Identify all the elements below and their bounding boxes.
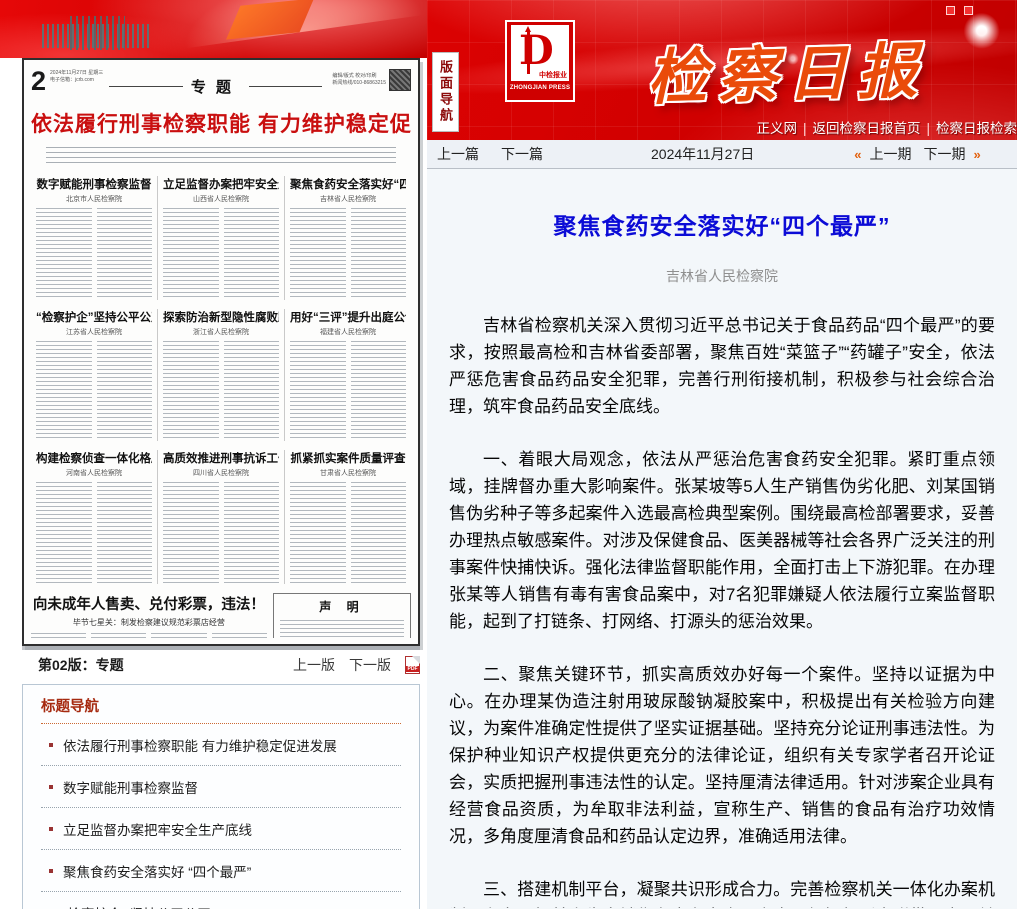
right-column: 版面导航 D 中检报业 ZHONGJIAN PRESS 检察日报 正义网|返回检… bbox=[427, 0, 1017, 909]
bullet-icon bbox=[49, 743, 53, 747]
decorative-banner bbox=[0, 0, 427, 58]
header-deco-icon bbox=[964, 6, 973, 15]
article-paragraph: 吉林省检察机关深入贯彻习近平总书记关于食品药品“四个最严”的要求，按照最高检和吉… bbox=[449, 312, 995, 420]
prev-issue-arrow-icon: « bbox=[854, 147, 861, 162]
paper-article-row-2: “检察护企”坚持公平公正 江苏省人民检察院 探索防治新型隐性腐败路径 浙江省人民… bbox=[31, 309, 411, 441]
paper-article-row-1: 数字赋能刑事检察监督 北京市人民检察院 立足监督办案把牢安全生产底线 山西省人民… bbox=[31, 176, 411, 300]
title-nav-item-2[interactable]: 数字赋能刑事检察监督 bbox=[41, 766, 401, 808]
site-header: 版面导航 D 中检报业 ZHONGJIAN PRESS 检察日报 正义网|返回检… bbox=[427, 0, 1017, 140]
title-nav-item-1[interactable]: 依法履行刑事检察职能 有力维护稳定促进发展 bbox=[41, 724, 401, 766]
next-page-link[interactable]: 下一版 bbox=[349, 655, 391, 675]
left-column: 2 2024年11月27日 星期三 电子信箱：jcrb.com 专题 编辑/版式… bbox=[0, 0, 427, 909]
header-deco-icon bbox=[946, 6, 955, 15]
paper-stamp-icon bbox=[389, 69, 411, 91]
title-nav-item-4[interactable]: 聚焦食药安全落实好 “四个最严” bbox=[41, 850, 401, 892]
paper-article-cell: 高质效推进刑事抗诉工作 四川省人民检察院 bbox=[157, 450, 284, 584]
article-paragraph: 三、搭建机制平台，凝聚共识形成合力。完善检察机关一体化办案机制。在办理杨某宇生产… bbox=[449, 876, 995, 908]
paper-article-cell: “检察护企”坚持公平公正 江苏省人民检察院 bbox=[31, 309, 157, 441]
newspaper-page-inner: 2 2024年11月27日 星期三 电子信箱：jcrb.com 专题 编辑/版式… bbox=[31, 66, 411, 638]
paper-bottom-row: 向未成年人售卖、兑付彩票，违法！ 毕节七星关：制发检察建议规范彩票店经营 声 明 bbox=[31, 593, 411, 638]
justice-net-link[interactable]: 正义网 bbox=[756, 121, 797, 136]
page-navigation-row: 第02版：专题 上一版 下一版 bbox=[22, 654, 420, 676]
paper-notice-box: 声 明 bbox=[273, 593, 411, 638]
paper-bottom-article: 向未成年人售卖、兑付彩票，违法！ 毕节七星关：制发检察建议规范彩票店经营 bbox=[31, 593, 267, 638]
bullet-icon bbox=[49, 785, 53, 789]
paper-article-cell: 抓紧抓实案件质量评查 甘肃省人民检察院 bbox=[284, 450, 411, 584]
current-page-label: 第02版：专题 bbox=[38, 655, 124, 675]
paper-masthead-row: 2 2024年11月27日 星期三 电子信箱：jcrb.com 专题 编辑/版式… bbox=[31, 66, 411, 100]
zhongjian-press-logo[interactable]: D 中检报业 ZHONGJIAN PRESS bbox=[505, 20, 575, 102]
title-nav-item-3[interactable]: 立足监督办案把牢安全生产底线 bbox=[41, 808, 401, 850]
article-paragraph: 二、聚焦关键环节，抓实高质效办好每一个案件。坚持以证据为中心。在办理某伪造注射用… bbox=[449, 661, 995, 850]
layout-navigation-tab[interactable]: 版面导航 bbox=[432, 52, 459, 132]
issue-date: 2024年11月27日 bbox=[651, 144, 754, 164]
prev-issue-link[interactable]: 上一期 bbox=[869, 144, 911, 164]
prev-page-link[interactable]: 上一版 bbox=[293, 655, 335, 675]
prev-article-link[interactable]: 上一篇 bbox=[437, 144, 479, 164]
paper-article-cell: 立足监督办案把牢安全生产底线 山西省人民检察院 bbox=[157, 176, 284, 300]
pdf-icon[interactable] bbox=[405, 656, 420, 674]
masthead-title: 检察日报 bbox=[586, 21, 988, 118]
paper-editor-note-lines bbox=[46, 147, 396, 167]
paper-article-cell: 数字赋能刑事检察监督 北京市人民检察院 bbox=[31, 176, 157, 300]
newspaper-page-thumbnail[interactable]: 2 2024年11月27日 星期三 电子信箱：jcrb.com 专题 编辑/版式… bbox=[22, 58, 420, 646]
paper-article-row-3: 构建检察侦查一体化格局 河南省人民检察院 高质效推进刑事抗诉工作 四川省人民检察… bbox=[31, 450, 411, 584]
paper-page-number: 2 bbox=[31, 66, 46, 96]
press-logo-glyph: D 中检报业 bbox=[511, 25, 569, 81]
article-body: 吉林省检察机关深入贯彻习近平总书记关于食品药品“四个最严”的要求，按照最高检和吉… bbox=[449, 312, 995, 908]
paper-date-info: 2024年11月27日 星期三 电子信箱：jcrb.com bbox=[50, 70, 103, 84]
article-title: 聚焦食药安全落实好“四个最严” bbox=[427, 207, 1017, 241]
title-navigation-box: 标题导航 依法履行刑事检察职能 有力维护稳定促进发展 数字赋能刑事检察监督 立足… bbox=[22, 684, 420, 909]
header-links: 正义网|返回检察日报首页|检察日报检索 bbox=[756, 117, 1017, 137]
paper-article-cell: 探索防治新型隐性腐败路径 浙江省人民检察院 bbox=[157, 309, 284, 441]
next-issue-link[interactable]: 下一期 bbox=[923, 144, 965, 164]
issue-navigation: « 上一期 下一期 » bbox=[854, 144, 980, 164]
pen-icon bbox=[527, 30, 530, 74]
bullet-icon bbox=[49, 869, 53, 873]
next-article-link[interactable]: 下一篇 bbox=[501, 144, 543, 164]
article-content-area: 聚焦食药安全落实好“四个最严” 吉林省人民检察院 吉林省检察机关深入贯彻习近平总… bbox=[427, 169, 1017, 908]
paper-search-link[interactable]: 检察日报检索 bbox=[936, 121, 1017, 136]
paper-section-title: 专题 bbox=[191, 76, 241, 97]
paper-article-cell: 聚焦食药安全落实好“四个最严” 吉林省人民检察院 bbox=[284, 176, 411, 300]
paper-article-cell: 构建检察侦查一体化格局 河南省人民检察院 bbox=[31, 450, 157, 584]
article-toolbar: 上一篇 下一篇 2024年11月27日 « 上一期 下一期 » bbox=[427, 140, 1017, 169]
paper-article-cell: 用好“三评”提升出庭公诉能力 福建省人民检察院 bbox=[284, 309, 411, 441]
title-navigation-header: 标题导航 bbox=[41, 695, 401, 724]
bullet-icon bbox=[49, 827, 53, 831]
next-issue-arrow-icon: » bbox=[973, 147, 980, 162]
banner-skyline-graphic-2 bbox=[70, 16, 125, 50]
page: 2 2024年11月27日 星期三 电子信箱：jcrb.com 专题 编辑/版式… bbox=[0, 0, 1017, 909]
back-to-home-link[interactable]: 返回检察日报首页 bbox=[812, 121, 920, 136]
banner-orange-shape bbox=[226, 0, 314, 40]
article-author: 吉林省人民检察院 bbox=[427, 266, 1017, 286]
paper-head-right: 编辑/版式 校对/印刷 新闻热线/010-86863215 bbox=[328, 69, 411, 91]
paper-section-rule: 专题 bbox=[109, 76, 322, 97]
title-nav-item-5[interactable]: “检察护企” 坚持公平公正 bbox=[41, 892, 401, 909]
article-paragraph: 一、着眼大局观念，依法从严惩治危害食药安全犯罪。紧盯重点领域，挂牌督办重大影响案… bbox=[449, 446, 995, 635]
paper-headline: 依法履行刑事检察职能 有力维护稳定促进发展 bbox=[31, 108, 411, 138]
